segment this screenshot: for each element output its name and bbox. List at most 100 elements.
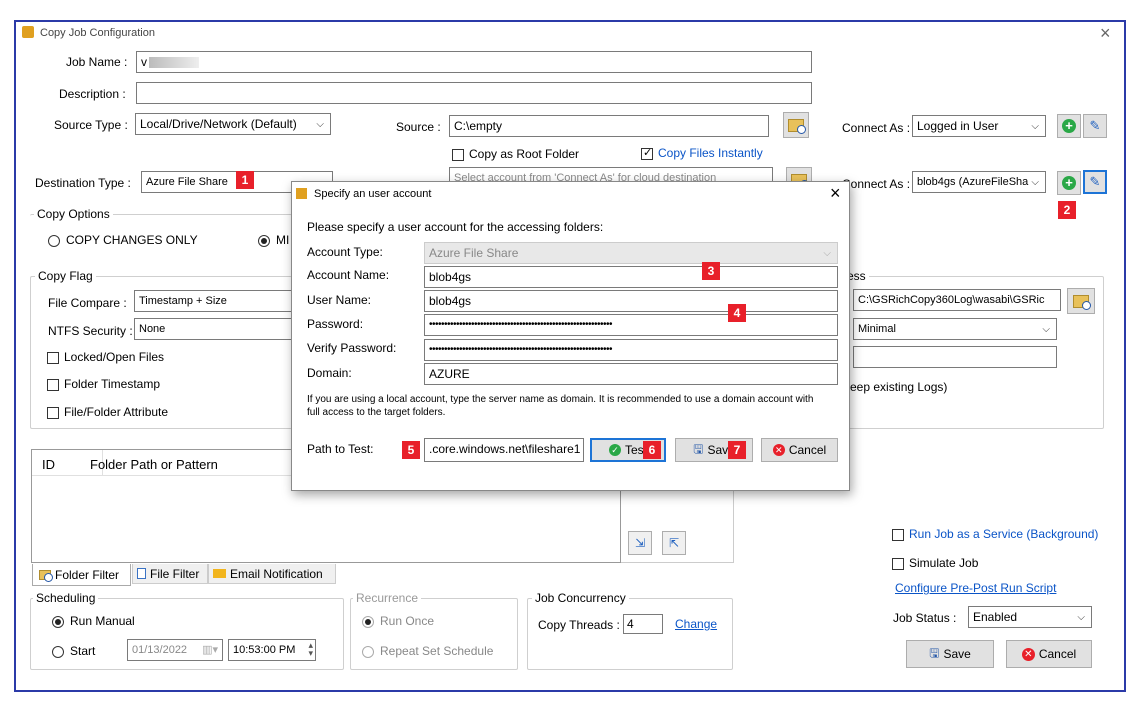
source-label: Source : [396, 120, 441, 134]
add-dest-account-button[interactable]: + [1057, 171, 1081, 195]
verify-password-input[interactable]: ••••••••••••••••••••••••••••••••••••••••… [424, 339, 838, 361]
radio-selected-icon [52, 615, 64, 628]
connect-as-label: Connect As : [842, 121, 911, 135]
calendar-icon: ▥▾ [202, 644, 218, 656]
app-icon [22, 26, 34, 38]
connect-as-source-select[interactable]: Logged in User ⌵ [912, 115, 1046, 137]
account-type-select[interactable]: Azure File Share ⌵ [424, 242, 838, 264]
copy-as-root-label: Copy as Root Folder [469, 147, 580, 161]
run-manual-radio[interactable]: Run Manual [52, 614, 135, 628]
tab-file-filter[interactable]: File Filter [132, 564, 208, 584]
domain-input[interactable]: AZURE [424, 363, 838, 385]
file-compare-select[interactable]: Timestamp + Size [134, 290, 292, 312]
start-radio[interactable]: Start [52, 644, 95, 658]
checkbox-icon [892, 557, 904, 570]
concurrency-group: Job Concurrency [527, 591, 733, 670]
chevron-down-icon: ⌵ [316, 119, 324, 130]
folder-timestamp-label: Folder Timestamp [64, 377, 161, 391]
edit-dest-account-button[interactable]: ✎ [1083, 170, 1107, 194]
dialog-cancel-button[interactable]: ✕ Cancel [761, 438, 838, 462]
dialog-cancel-label: Cancel [788, 443, 827, 457]
start-date-value: 01/13/2022 [132, 644, 188, 656]
source-type-select[interactable]: Local/Drive/Network (Default) ⌵ [135, 113, 331, 135]
start-date-picker[interactable]: 01/13/2022 ▥▾ [127, 639, 223, 661]
account-type-value: Azure File Share [429, 246, 519, 260]
add-account-button[interactable]: + [1057, 114, 1081, 138]
password-label: Password: [307, 317, 364, 331]
folder-timestamp-checkbox[interactable]: Folder Timestamp [47, 377, 160, 391]
start-time-value: 10:53:00 PM [233, 644, 296, 656]
file-attribute-checkbox[interactable]: File/Folder Attribute [47, 405, 168, 419]
copy-files-instantly-checkbox[interactable]: Copy Files Instantly [641, 146, 763, 160]
browse-source-button[interactable] [783, 112, 809, 138]
account-type-label: Account Type: [307, 245, 383, 259]
export-button[interactable]: ⇱ [662, 531, 686, 555]
col-id[interactable]: ID [42, 457, 55, 472]
copy-threads-input[interactable]: 4 [623, 614, 663, 634]
cancel-button[interactable]: ✕ Cancel [1006, 640, 1092, 668]
log-level-select[interactable]: Minimal ⌵ [853, 318, 1057, 340]
mirror-label: MI [276, 233, 290, 247]
recurrence-group: Recurrence [350, 591, 518, 670]
chevron-down-icon: ⌵ [1077, 612, 1085, 623]
log-path-input[interactable]: C:\GSRichCopy360Log\wasabi\GSRic [853, 289, 1061, 311]
browse-log-button[interactable] [1067, 288, 1095, 314]
source-input[interactable]: C:\empty [449, 115, 769, 137]
concurrency-title: Job Concurrency [532, 591, 629, 605]
run-as-service-checkbox[interactable]: Run Job as a Service (Background) [892, 527, 1098, 541]
save-button[interactable]: 🖫 Save [906, 640, 994, 668]
copy-changes-only-radio[interactable]: COPY CHANGES ONLY [48, 233, 198, 247]
log-extra-input[interactable] [853, 346, 1057, 368]
run-manual-label: Run Manual [70, 614, 135, 628]
job-status-label: Job Status : [893, 611, 957, 625]
description-input[interactable] [136, 82, 812, 104]
edit-account-button[interactable]: ✎ [1083, 114, 1107, 138]
badge-7: 7 [728, 441, 746, 459]
tab-folder-filter[interactable]: Folder Filter [32, 564, 131, 586]
change-link[interactable]: Change [675, 617, 717, 631]
repeat-radio[interactable]: Repeat Set Schedule [362, 644, 493, 658]
user-name-value: blob4gs [429, 294, 472, 308]
job-status-select[interactable]: Enabled ⌵ [968, 606, 1092, 628]
connect-as-dest-select[interactable]: blob4gs (AzureFileSha ⌵ [912, 171, 1046, 193]
save-label: Save [943, 647, 971, 661]
checkbox-icon [47, 351, 59, 364]
account-name-input[interactable]: blob4gs [424, 266, 838, 288]
job-name-input[interactable]: v [136, 51, 812, 73]
dialog-close-icon[interactable]: × [830, 183, 841, 204]
user-name-input[interactable]: blob4gs [424, 290, 838, 312]
password-input[interactable]: ••••••••••••••••••••••••••••••••••••••••… [424, 314, 838, 336]
copy-files-instantly-label: Copy Files Instantly [658, 146, 763, 160]
close-icon[interactable]: × [1100, 23, 1111, 44]
locked-files-checkbox[interactable]: Locked/Open Files [47, 350, 164, 364]
password-value: ••••••••••••••••••••••••••••••••••••••••… [429, 319, 613, 330]
ntfs-select[interactable]: None [134, 318, 292, 340]
col-path[interactable]: Folder Path or Pattern [90, 457, 218, 472]
dialog-prompt: Please specify a user account for the ac… [307, 220, 604, 234]
start-time-picker[interactable]: 10:53:00 PM ▴ ▾ [228, 639, 316, 661]
title-bar: Copy Job Configuration × [20, 23, 1120, 44]
path-to-test-input[interactable]: .core.windows.net\fileshare1 [424, 438, 584, 462]
run-as-service-label: Run Job as a Service (Background) [909, 527, 1099, 541]
import-button[interactable]: ⇲ [628, 531, 652, 555]
run-once-label: Run Once [380, 614, 435, 628]
pencil-icon: ✎ [1089, 118, 1101, 133]
ntfs-value: None [139, 323, 166, 335]
pre-post-link[interactable]: Configure Pre-Post Run Script [895, 581, 1056, 595]
run-once-radio[interactable]: Run Once [362, 614, 434, 628]
export-icon: ⇱ [668, 536, 680, 550]
account-name-label: Account Name: [307, 268, 390, 282]
copy-as-root-checkbox[interactable]: Copy as Root Folder [452, 147, 579, 161]
checkbox-icon [47, 406, 59, 419]
radio-icon [48, 234, 60, 247]
copy-threads-label: Copy Threads : [538, 618, 620, 632]
folder-icon [39, 569, 53, 582]
mirror-radio[interactable]: MI [258, 233, 289, 247]
tab-email[interactable]: Email Notification [208, 564, 336, 584]
path-to-test-label: Path to Test: [307, 442, 374, 456]
verify-password-value: ••••••••••••••••••••••••••••••••••••••••… [429, 344, 613, 355]
copy-threads-value: 4 [627, 617, 634, 631]
job-name-value: v [141, 55, 147, 69]
file-attribute-label: File/Folder Attribute [64, 405, 169, 419]
simulate-checkbox[interactable]: Simulate Job [892, 556, 978, 570]
